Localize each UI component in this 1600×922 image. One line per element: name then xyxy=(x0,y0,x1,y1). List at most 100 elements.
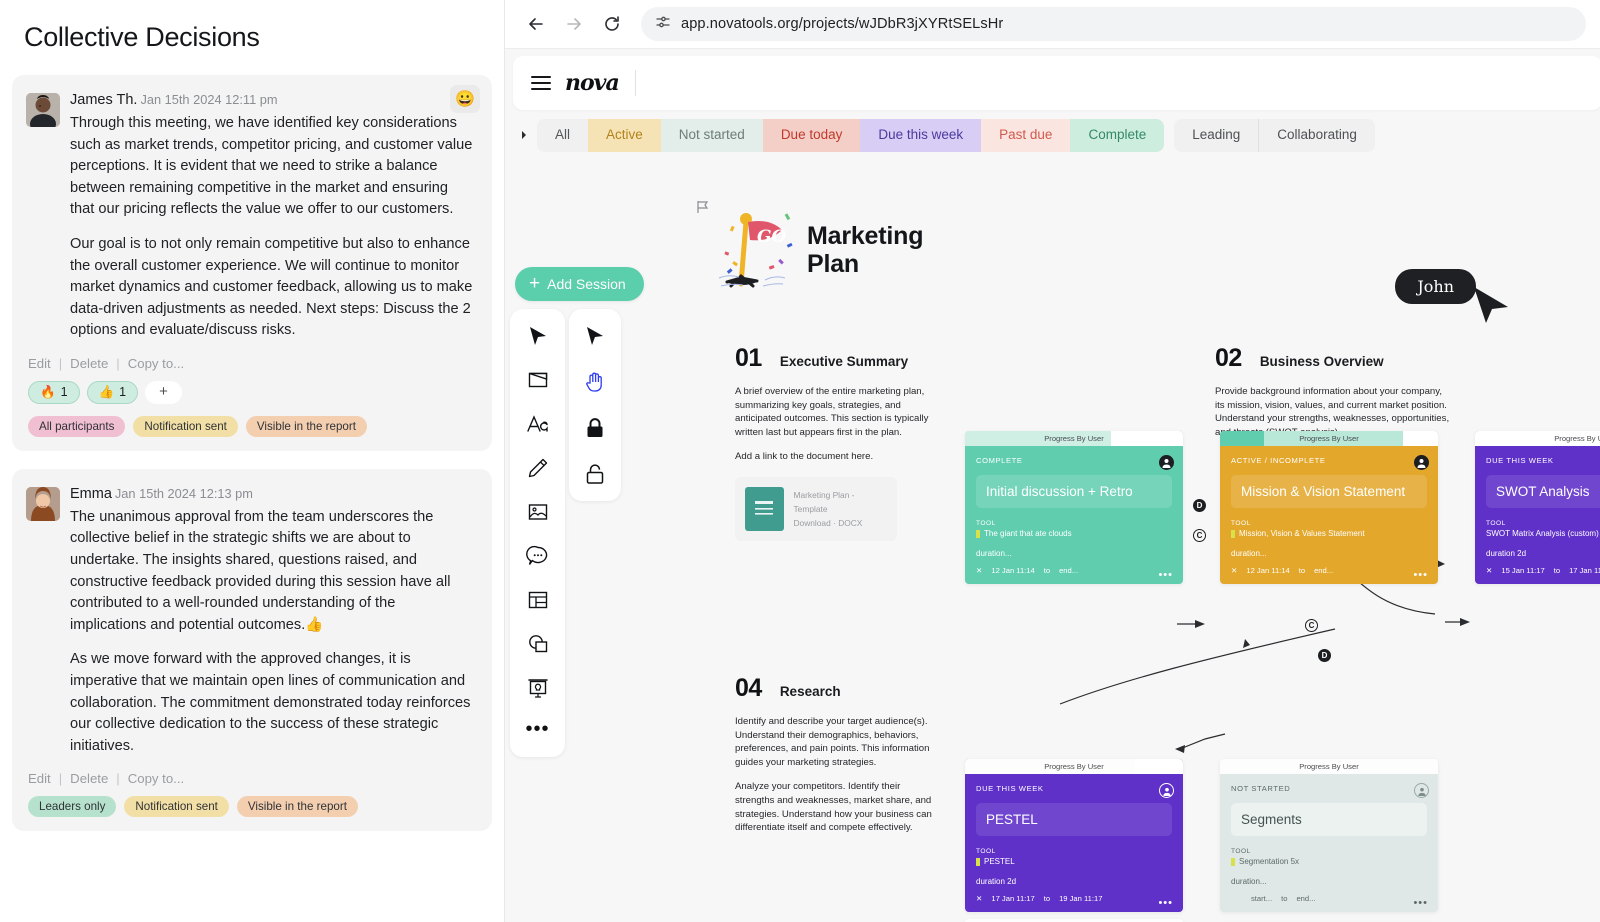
lock-closed-icon[interactable] xyxy=(580,413,610,443)
task-tool-name: PESTEL xyxy=(984,857,1015,866)
filter-chip-due-today[interactable]: Due today xyxy=(762,119,861,152)
progress-by-user-bar: Progress By User xyxy=(1220,759,1438,774)
progress-by-user-bar: Progress By User xyxy=(1475,431,1600,446)
document-attachment[interactable]: Marketing Plan - Template Download · DOC… xyxy=(735,477,897,542)
reaction-chip[interactable]: 🔥 1 xyxy=(28,380,80,404)
section-title: Research xyxy=(779,684,841,699)
task-tool-label: TOOL xyxy=(976,520,996,527)
copy-to-link[interactable]: Copy to... xyxy=(128,771,184,786)
shape-icon[interactable] xyxy=(523,365,553,395)
board-canvas[interactable]: GO Marketing Plan John + Add Session •••… xyxy=(505,159,1600,922)
comment-meta: James Th. Jan 15th 2024 12:11 pm xyxy=(70,91,474,109)
add-reaction-chip-button[interactable]: + xyxy=(145,381,182,404)
task-card[interactable]: Progress By User NOT STARTED Segments TO… xyxy=(1220,759,1438,912)
connector-badge-c[interactable]: C xyxy=(1193,529,1206,542)
avatar[interactable] xyxy=(1159,455,1174,470)
page-title: Collective Decisions xyxy=(24,22,260,52)
flag-outline-icon xyxy=(695,199,711,220)
remove-date-icon[interactable]: ✕ xyxy=(1231,566,1237,575)
more-tools-icon[interactable]: ••• xyxy=(523,717,553,747)
comment-icon[interactable] xyxy=(523,541,553,571)
text-icon[interactable] xyxy=(523,409,553,439)
task-date-start: 12 Jan 11:14 xyxy=(1246,566,1290,575)
hamburger-menu-icon[interactable] xyxy=(531,76,551,90)
shapes-overlap-icon[interactable] xyxy=(523,629,553,659)
remove-date-icon[interactable]: ✕ xyxy=(976,566,982,575)
chevron-right-icon[interactable] xyxy=(515,130,533,140)
comment-header: James Th. Jan 15th 2024 12:11 pm Through … xyxy=(26,91,474,342)
delete-link[interactable]: Delete xyxy=(70,771,108,786)
remove-date-icon[interactable]: ✕ xyxy=(976,894,982,903)
task-more-menu-icon[interactable]: ••• xyxy=(1158,897,1173,909)
task-card[interactable]: Progress By User COMPLETE Initial discus… xyxy=(965,431,1183,584)
add-reaction-button[interactable]: 😀 xyxy=(450,85,480,113)
select-cursor-icon[interactable] xyxy=(523,321,553,351)
task-date-sep: to xyxy=(1298,566,1306,575)
filter-chip-due-this-week[interactable]: Due this week xyxy=(860,119,982,152)
pencil-icon[interactable] xyxy=(523,453,553,483)
filter-chip-active[interactable]: Active xyxy=(588,119,661,152)
edit-link[interactable]: Edit xyxy=(28,356,51,371)
comment-meta: Emma Jan 15th 2024 12:13 pm xyxy=(70,485,474,503)
task-tool-label: TOOL xyxy=(1486,520,1506,527)
task-tool: PESTEL xyxy=(976,857,1172,866)
copy-to-link[interactable]: Copy to... xyxy=(128,356,184,371)
connector-badge-d[interactable]: D xyxy=(1318,649,1331,662)
comment-paragraph: As we move forward with the approved cha… xyxy=(70,651,471,754)
task-card[interactable]: Progress By User ACTIVE / INCOMPLETE Mis… xyxy=(1220,431,1438,584)
image-icon[interactable] xyxy=(523,497,553,527)
page-viewport: nova All Active Not started Due today Du… xyxy=(505,49,1600,922)
task-card[interactable]: Progress By User DUE THIS WEEK PESTEL TO… xyxy=(965,759,1183,912)
reload-icon[interactable] xyxy=(597,9,627,39)
select-cursor-icon[interactable] xyxy=(580,321,610,351)
delete-link[interactable]: Delete xyxy=(70,356,108,371)
task-duration: duration... xyxy=(1231,549,1267,558)
filter-chip-collaborating[interactable]: Collaborating xyxy=(1258,119,1375,152)
filter-chip-past-due[interactable]: Past due xyxy=(981,119,1071,152)
add-session-button[interactable]: + Add Session xyxy=(515,267,644,301)
avatar[interactable] xyxy=(1414,455,1429,470)
reaction-list: 🔥 1 👍 1 + xyxy=(28,380,474,404)
task-date-sep: to xyxy=(1043,566,1051,575)
task-more-menu-icon[interactable]: ••• xyxy=(1158,569,1173,581)
document-icon xyxy=(745,487,784,532)
edit-link[interactable]: Edit xyxy=(28,771,51,786)
filter-chip-complete[interactable]: Complete xyxy=(1070,119,1165,152)
hand-pan-icon[interactable] xyxy=(580,367,610,397)
task-status: COMPLETE xyxy=(976,456,1023,465)
task-name: Initial discussion + Retro xyxy=(986,484,1133,499)
filter-chip-leading[interactable]: Leading xyxy=(1174,119,1259,152)
reaction-emoji: 👍 xyxy=(98,384,115,399)
address-bar[interactable]: app.novatools.org/projects/wJDbR3jXYRtSE… xyxy=(641,7,1586,41)
task-name: Segments xyxy=(1241,812,1302,827)
comment-author: James Th. xyxy=(70,92,138,108)
task-date-end: 17 Jan 11:17 xyxy=(1569,566,1600,575)
comment-actions: Edit | Delete | Copy to... xyxy=(28,356,474,371)
forward-arrow-icon[interactable] xyxy=(559,9,589,39)
remove-date-icon[interactable]: ✕ xyxy=(1486,566,1492,575)
task-name-box: PESTEL xyxy=(976,803,1172,836)
site-settings-icon[interactable] xyxy=(655,14,671,35)
task-more-menu-icon[interactable]: ••• xyxy=(1413,897,1428,909)
lock-open-icon[interactable] xyxy=(580,459,610,489)
app-root: Collective Decisions 😀 James Th. Jan 15t… xyxy=(0,0,1600,922)
task-date-start: 12 Jan 11:14 xyxy=(991,566,1035,575)
filter-chip-not-started[interactable]: Not started xyxy=(660,119,763,152)
task-card[interactable]: Progress By User DUE THIS WEEK SWOT Anal… xyxy=(1475,431,1600,584)
task-dates: ✕ 17 Jan 11:17 to 19 Jan 11:17 xyxy=(976,894,1172,903)
section-paragraph: Identify and describe your target audien… xyxy=(735,716,930,768)
reaction-chip[interactable]: 👍 1 xyxy=(86,380,139,404)
filter-chip-all[interactable]: All xyxy=(537,119,589,152)
back-arrow-icon[interactable] xyxy=(521,9,551,39)
progress-label: Progress By User xyxy=(1299,434,1359,443)
task-duration: duration 2d xyxy=(976,877,1017,886)
task-name: PESTEL xyxy=(986,812,1038,827)
task-status: NOT STARTED xyxy=(1231,784,1291,793)
connector-badge-d[interactable]: D xyxy=(1193,499,1206,512)
connector-badge-c[interactable]: C xyxy=(1305,619,1318,632)
avatar[interactable] xyxy=(1414,783,1429,798)
table-icon[interactable] xyxy=(523,585,553,615)
task-more-menu-icon[interactable]: ••• xyxy=(1413,569,1428,581)
presentation-icon[interactable] xyxy=(523,673,553,703)
avatar[interactable] xyxy=(1159,783,1174,798)
